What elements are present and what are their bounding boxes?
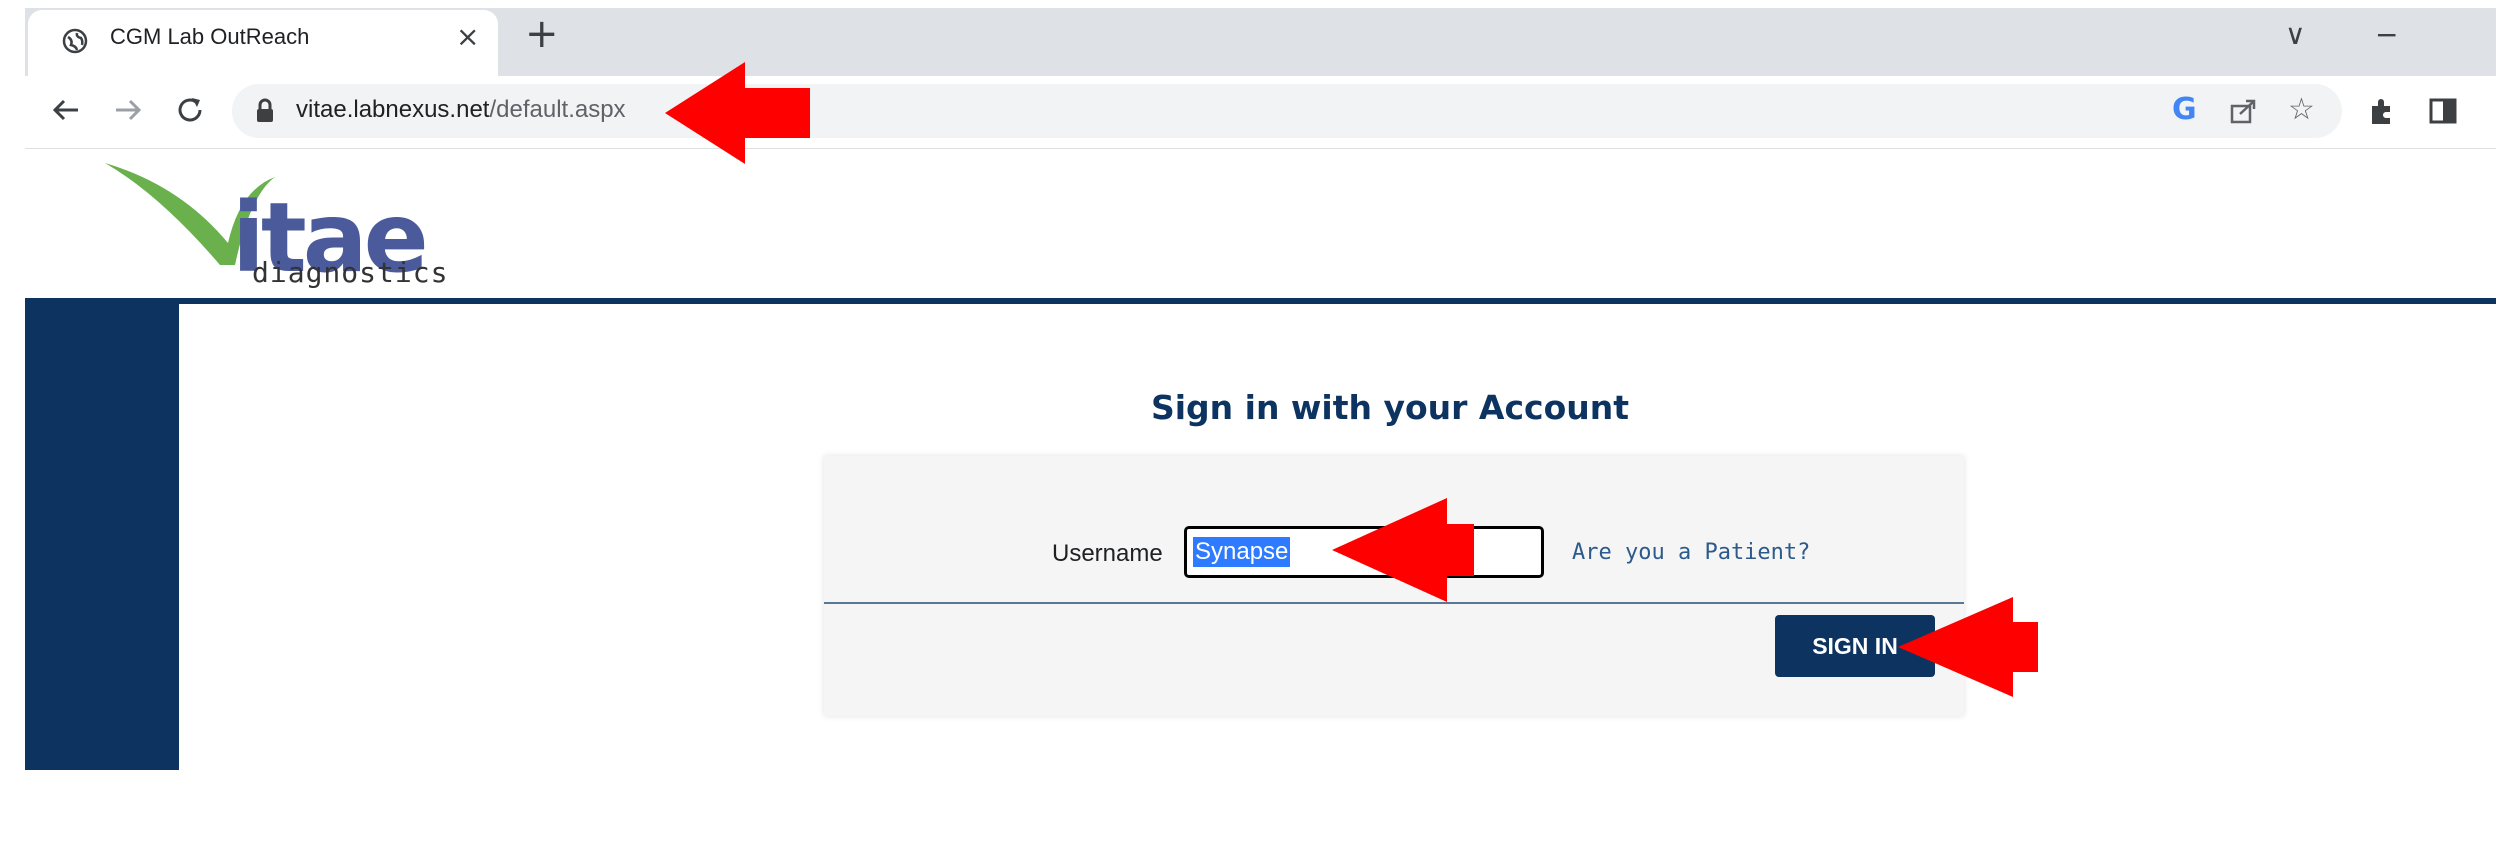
plus-icon[interactable]: + <box>525 14 559 54</box>
tab-title: CGM Lab OutReach <box>110 24 310 49</box>
close-icon[interactable]: × <box>456 20 479 53</box>
url-text[interactable]: vitae.labnexus.net/default.aspx <box>296 96 626 124</box>
url-path: /default.aspx <box>489 96 626 123</box>
star-icon[interactable]: ☆ <box>2288 92 2315 128</box>
login-heading: Sign in with your Account <box>1150 388 1630 427</box>
reload-icon[interactable] <box>174 94 206 130</box>
forward-arrow-icon[interactable] <box>112 94 144 130</box>
header-divider <box>25 298 2496 304</box>
annotation-arrow-icon <box>1898 597 2038 697</box>
panel-divider <box>824 602 1964 604</box>
globe-icon <box>62 28 88 58</box>
patient-link[interactable]: Are you a Patient? <box>1572 540 1810 565</box>
share-icon[interactable] <box>2228 96 2258 130</box>
minimize-icon[interactable]: − <box>2375 18 2398 51</box>
lock-icon[interactable] <box>255 98 275 128</box>
tab-search-chevron-icon[interactable]: ∨ <box>2285 18 2306 51</box>
url-host: vitae.labnexus.net <box>296 96 490 123</box>
username-value: Synapse <box>1193 537 1291 567</box>
left-sidebar <box>25 304 179 770</box>
back-arrow-icon[interactable] <box>50 94 82 130</box>
extensions-icon[interactable] <box>2366 96 2396 130</box>
logo-subtitle: diagnostics <box>252 256 449 289</box>
google-icon[interactable]: G <box>2172 92 2197 128</box>
annotation-arrow-icon <box>1332 498 1474 602</box>
side-panel-icon[interactable] <box>2428 96 2458 130</box>
username-label: Username <box>1052 540 1163 567</box>
annotation-arrow-icon <box>665 62 810 164</box>
